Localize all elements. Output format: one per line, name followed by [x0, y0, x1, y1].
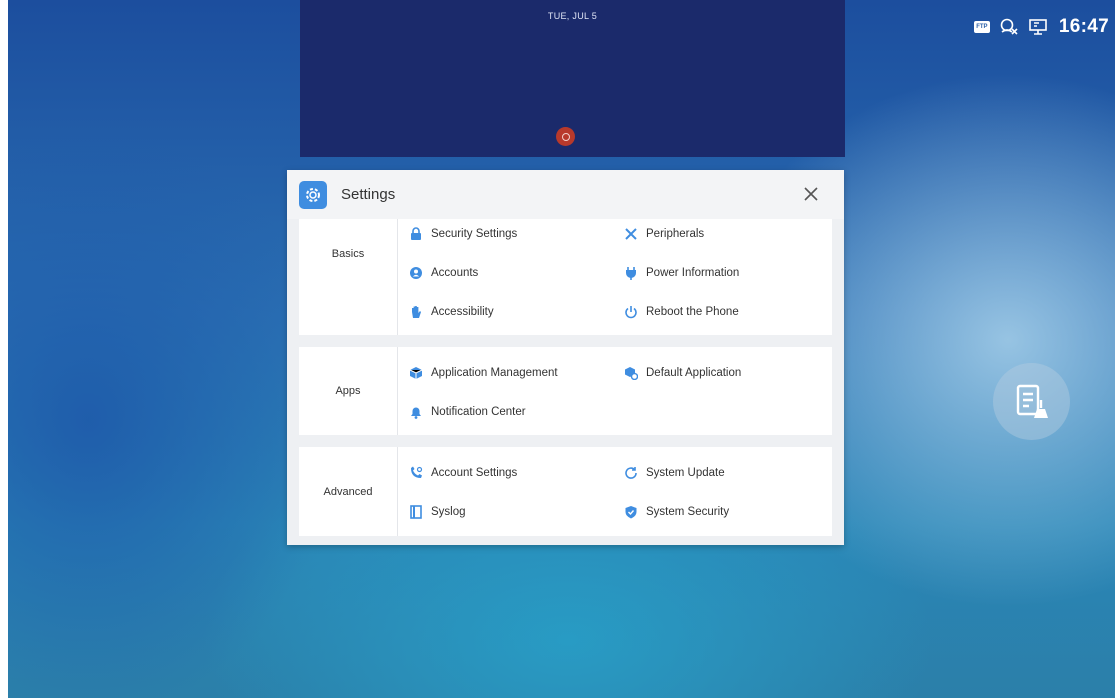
status-bar: FTP 16:47	[973, 14, 1109, 40]
item-label: Syslog	[431, 506, 466, 518]
syslog-item[interactable]: Syslog	[408, 502, 466, 522]
section-advanced: Advanced Account Settings System Update …	[299, 447, 832, 536]
account-settings-item[interactable]: Account Settings	[408, 463, 517, 483]
power-icon	[623, 304, 639, 320]
window-title: Settings	[341, 186, 396, 203]
item-label: Reboot the Phone	[646, 306, 739, 318]
clear-recents-button[interactable]	[993, 363, 1070, 440]
section-label-apps: Apps	[299, 347, 398, 435]
item-label: Power Information	[646, 267, 740, 279]
network-disconnected-icon	[999, 18, 1019, 36]
section-apps: Apps Application Management Default Appl…	[299, 347, 832, 435]
shield-icon	[623, 504, 639, 520]
security-settings-item[interactable]: Security Settings	[408, 224, 517, 244]
item-label: Peripherals	[646, 228, 705, 240]
section-label-advanced: Advanced	[299, 447, 398, 536]
accounts-item[interactable]: Accounts	[408, 263, 478, 283]
account-icon	[408, 265, 424, 281]
notification-center-item[interactable]: Notification Center	[408, 402, 526, 422]
unlock-icon[interactable]	[556, 127, 575, 146]
screen-share-icon	[1028, 18, 1048, 36]
close-icon	[804, 187, 818, 201]
lock-icon	[408, 226, 424, 242]
accessibility-item[interactable]: Accessibility	[408, 302, 494, 322]
reboot-item[interactable]: Reboot the Phone	[623, 302, 739, 322]
hand-icon	[408, 304, 424, 320]
log-icon	[408, 504, 424, 520]
item-label: Application Management	[431, 367, 558, 379]
item-label: Security Settings	[431, 228, 518, 240]
system-update-item[interactable]: System Update	[623, 463, 725, 483]
application-management-item[interactable]: Application Management	[408, 363, 558, 383]
section-basics: Basics Security Settings Peripherals Acc…	[299, 219, 832, 335]
cube-gear-icon	[623, 365, 639, 381]
cube-icon	[408, 365, 424, 381]
recent-app-preview[interactable]: TUE, JUL 5	[300, 0, 845, 157]
close-button[interactable]	[800, 183, 822, 205]
phone-icon	[408, 465, 424, 481]
item-label: Default Application	[646, 367, 742, 379]
peripherals-item[interactable]: Peripherals	[623, 224, 704, 244]
item-label: System Update	[646, 467, 725, 479]
section-label-basics: Basics	[299, 219, 398, 335]
power-information-item[interactable]: Power Information	[623, 263, 739, 283]
status-clock: 16:47	[1058, 16, 1109, 37]
tools-icon	[623, 226, 639, 242]
settings-app-icon	[299, 180, 327, 209]
system-security-item[interactable]: System Security	[623, 502, 729, 522]
item-label: Account Settings	[431, 467, 518, 479]
settings-header: Settings	[287, 170, 844, 219]
item-label: Notification Center	[431, 406, 526, 418]
item-label: Accounts	[431, 267, 479, 279]
refresh-icon	[623, 465, 639, 481]
item-label: Accessibility	[431, 306, 494, 318]
default-application-item[interactable]: Default Application	[623, 363, 741, 383]
settings-window: Settings Basics Security Settings Periph…	[287, 170, 844, 545]
ftp-icon: FTP	[973, 21, 990, 33]
item-label: System Security	[646, 506, 730, 518]
lock-date: TUE, JUL 5	[547, 11, 598, 21]
clean-list-icon	[1016, 384, 1048, 418]
bell-icon	[408, 404, 424, 420]
plug-icon	[623, 265, 639, 281]
